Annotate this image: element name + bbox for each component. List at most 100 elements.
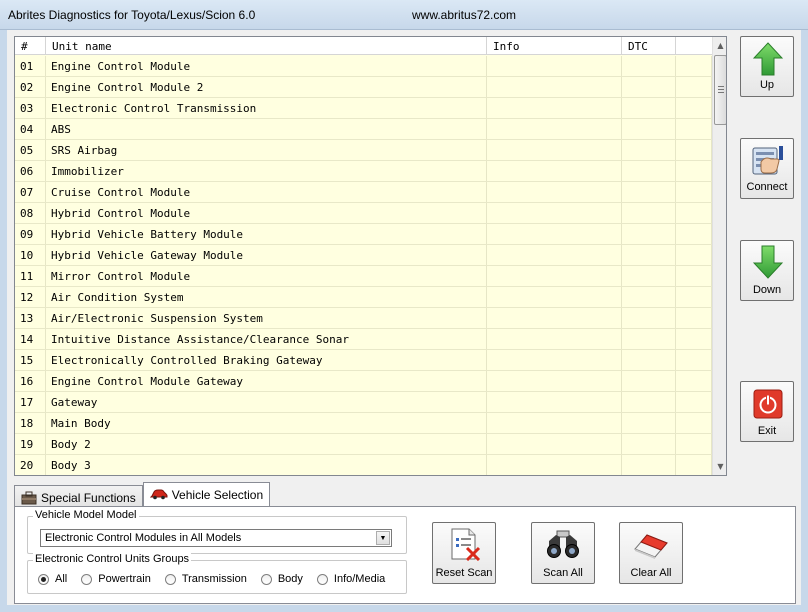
- table-row[interactable]: 07 Cruise Control Module: [15, 182, 712, 203]
- row-unit-name: Body 2: [46, 434, 487, 454]
- row-dtc: [622, 224, 676, 244]
- row-filler: [676, 350, 712, 370]
- row-info: [487, 56, 622, 76]
- tab-special-functions[interactable]: Special Functions: [14, 485, 143, 507]
- row-number: 12: [15, 287, 46, 307]
- row-unit-name: Body 3: [46, 455, 487, 475]
- exit-button[interactable]: Exit: [740, 381, 794, 442]
- table-row[interactable]: 16 Engine Control Module Gateway: [15, 371, 712, 392]
- table-row[interactable]: 03 Electronic Control Transmission: [15, 98, 712, 119]
- table-row[interactable]: 18 Main Body: [15, 413, 712, 434]
- row-unit-name: Mirror Control Module: [46, 266, 487, 286]
- row-unit-name: Electronically Controlled Braking Gatewa…: [46, 350, 487, 370]
- row-filler: [676, 56, 712, 76]
- row-dtc: [622, 182, 676, 202]
- table-row[interactable]: 15 Electronically Controlled Braking Gate…: [15, 350, 712, 371]
- row-filler: [676, 434, 712, 454]
- down-button[interactable]: Down: [740, 240, 794, 301]
- row-filler: [676, 77, 712, 97]
- vertical-scrollbar[interactable]: ▲ ▼: [712, 37, 726, 475]
- row-unit-name: Hybrid Vehicle Gateway Module: [46, 245, 487, 265]
- tab-bar: Special Functions Vehicle Selection: [14, 482, 271, 507]
- table-row[interactable]: 19 Body 2: [15, 434, 712, 455]
- scroll-up-arrow-icon[interactable]: ▲: [713, 37, 726, 54]
- row-number: 18: [15, 413, 46, 433]
- table-row[interactable]: 01 Engine Control Module: [15, 56, 712, 77]
- radio-transmission-label: Transmission: [181, 573, 247, 585]
- radio-powertrain-label: Powertrain: [98, 573, 151, 585]
- table-row[interactable]: 02 Engine Control Module 2: [15, 77, 712, 98]
- connect-button[interactable]: Connect: [740, 138, 794, 199]
- toolbox-icon: [21, 491, 37, 505]
- vehicle-model-select[interactable]: Electronic Control Modules in All Models…: [40, 529, 392, 547]
- reset-scan-button[interactable]: Reset Scan: [432, 522, 496, 584]
- row-info: [487, 455, 622, 475]
- row-unit-name: Gateway: [46, 392, 487, 412]
- table-row[interactable]: 11 Mirror Control Module: [15, 266, 712, 287]
- row-filler: [676, 182, 712, 202]
- table-row[interactable]: 20 Body 3: [15, 455, 712, 475]
- table-row[interactable]: 13 Air/Electronic Suspension System: [15, 308, 712, 329]
- radio-all-dot[interactable]: [38, 573, 49, 585]
- row-dtc: [622, 455, 676, 475]
- radio-powertrain-dot[interactable]: [81, 573, 93, 585]
- row-dtc: [622, 308, 676, 328]
- radio-transmission[interactable]: Transmission: [164, 573, 247, 585]
- radio-body[interactable]: Body: [260, 573, 303, 585]
- row-info: [487, 308, 622, 328]
- table-row[interactable]: 14 Intuitive Distance Assistance/Clearanc…: [15, 329, 712, 350]
- radio-info-media-label: Info/Media: [333, 573, 386, 585]
- radio-powertrain[interactable]: Powertrain: [81, 573, 151, 585]
- tab-vehicle-selection[interactable]: Vehicle Selection: [142, 482, 271, 507]
- window-url: www.abritus72.com: [412, 8, 517, 22]
- row-dtc: [622, 56, 676, 76]
- row-filler: [676, 266, 712, 286]
- table-row[interactable]: 06 Immobilizer: [15, 161, 712, 182]
- column-header-unit-name[interactable]: Unit name: [46, 37, 487, 55]
- table-row[interactable]: 04 ABS: [15, 119, 712, 140]
- row-number: 04: [15, 119, 46, 139]
- column-header-number[interactable]: #: [15, 37, 46, 55]
- column-header-info[interactable]: Info: [487, 37, 622, 55]
- radio-info-media-dot[interactable]: [316, 573, 328, 585]
- row-info: [487, 434, 622, 454]
- radio-all-label: All: [55, 573, 68, 585]
- scan-all-label: Scan All: [543, 567, 583, 579]
- table-row[interactable]: 09 Hybrid Vehicle Battery Module: [15, 224, 712, 245]
- row-info: [487, 119, 622, 139]
- row-dtc: [622, 266, 676, 286]
- row-dtc: [622, 140, 676, 160]
- row-number: 19: [15, 434, 46, 454]
- row-dtc: [622, 371, 676, 391]
- radio-transmission-dot[interactable]: [164, 573, 176, 585]
- ecu-groups-radios: All Powertrain Transmission Body Info/Me…: [38, 573, 399, 585]
- row-info: [487, 98, 622, 118]
- unit-table[interactable]: # Unit name Info DTC 01 Engine Control Mo…: [14, 36, 727, 476]
- scrollbar-thumb[interactable]: [714, 55, 726, 125]
- row-unit-name: Engine Control Module: [46, 56, 487, 76]
- ecu-groups-group: Electronic Control Units Groups All Powe…: [27, 553, 407, 594]
- up-button[interactable]: Up: [740, 36, 794, 97]
- table-row[interactable]: 10 Hybrid Vehicle Gateway Module: [15, 245, 712, 266]
- clear-all-button[interactable]: Clear All: [619, 522, 683, 584]
- clear-all-label: Clear All: [630, 567, 672, 579]
- scan-all-button[interactable]: Scan All: [531, 522, 595, 584]
- table-row[interactable]: 12 Air Condition System: [15, 287, 712, 308]
- row-number: 03: [15, 98, 46, 118]
- row-unit-name: Air/Electronic Suspension System: [46, 308, 487, 328]
- exit-button-label: Exit: [757, 425, 777, 437]
- table-row[interactable]: 05 SRS Airbag: [15, 140, 712, 161]
- radio-body-dot[interactable]: [260, 573, 272, 585]
- chevron-down-icon[interactable]: ▼: [376, 531, 390, 545]
- scroll-down-arrow-icon[interactable]: ▼: [713, 458, 726, 475]
- table-row[interactable]: 08 Hybrid Control Module: [15, 203, 712, 224]
- radio-all[interactable]: All: [38, 573, 67, 585]
- row-unit-name: Air Condition System: [46, 287, 487, 307]
- column-header-dtc[interactable]: DTC: [622, 37, 676, 55]
- table-row[interactable]: 17 Gateway: [15, 392, 712, 413]
- up-button-label: Up: [759, 79, 775, 91]
- tab-vehicle-selection-label: Vehicle Selection: [171, 488, 264, 502]
- row-info: [487, 329, 622, 349]
- connect-hand-icon: [752, 146, 783, 175]
- radio-info-media[interactable]: Info/Media: [316, 573, 386, 585]
